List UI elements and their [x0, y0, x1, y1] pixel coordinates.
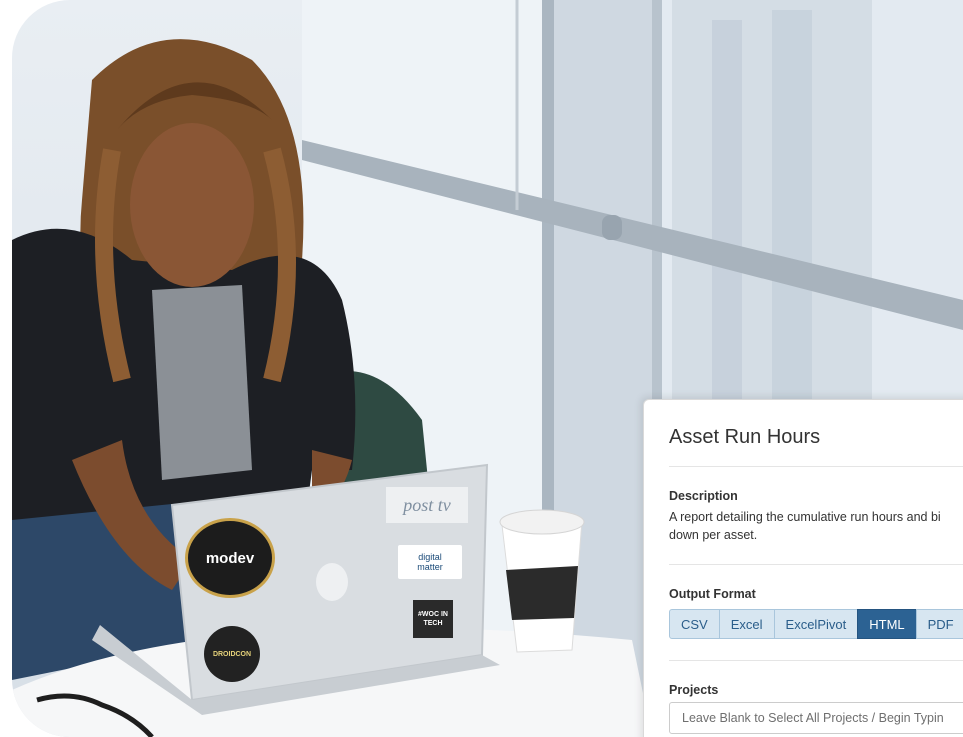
sticker-woc-in-tech-text: #WOC IN TECH — [418, 611, 448, 627]
report-title: Asset Run Hours — [669, 426, 821, 448]
building-column — [772, 10, 812, 400]
report-card: Asset Run Hours Description A report det… — [643, 399, 963, 737]
output-format-buttons: CSV Excel ExcelPivot HTML PDF — [669, 609, 963, 639]
sticker-post-tv-text: post tv — [403, 494, 451, 515]
sticker-droidcon-text: DROIDCON — [212, 650, 252, 658]
projects-input[interactable] — [669, 702, 963, 734]
sticker-woc-in-tech: #WOC IN TECH — [413, 600, 453, 638]
divider — [669, 564, 963, 565]
building-column — [712, 20, 742, 400]
format-button-excel[interactable]: Excel — [718, 609, 775, 639]
divider — [669, 660, 963, 661]
description-label: Description — [669, 489, 738, 503]
t-shirt — [152, 285, 252, 480]
divider — [669, 466, 963, 467]
coffee-cup-sleeve — [506, 566, 578, 620]
sticker-modev-text: modev — [205, 549, 255, 567]
laptop-logo-icon — [316, 563, 348, 601]
format-button-html[interactable]: HTML — [857, 609, 917, 639]
format-button-pdf[interactable]: PDF — [915, 609, 963, 639]
format-button-csv[interactable]: CSV — [669, 609, 720, 639]
face — [130, 123, 254, 287]
format-button-excelpivot[interactable]: ExcelPivot — [773, 609, 859, 639]
handrail-bracket — [602, 215, 622, 240]
projects-label: Projects — [669, 683, 719, 697]
sticker-modev: modev — [185, 518, 275, 598]
sticker-digital-matter: digital matter — [398, 545, 462, 579]
sticker-droidcon: DROIDCON — [204, 626, 260, 682]
page: modev post tv digital matter #WOC IN TEC… — [0, 0, 963, 737]
sticker-digital-matter-text: digital matter — [417, 552, 443, 572]
description-text: A report detailing the cumulative run ho… — [669, 510, 941, 542]
sticker-post-tv: post tv — [386, 487, 468, 523]
output-format-label: Output Format — [669, 587, 756, 601]
coffee-cup-lid — [499, 509, 585, 535]
